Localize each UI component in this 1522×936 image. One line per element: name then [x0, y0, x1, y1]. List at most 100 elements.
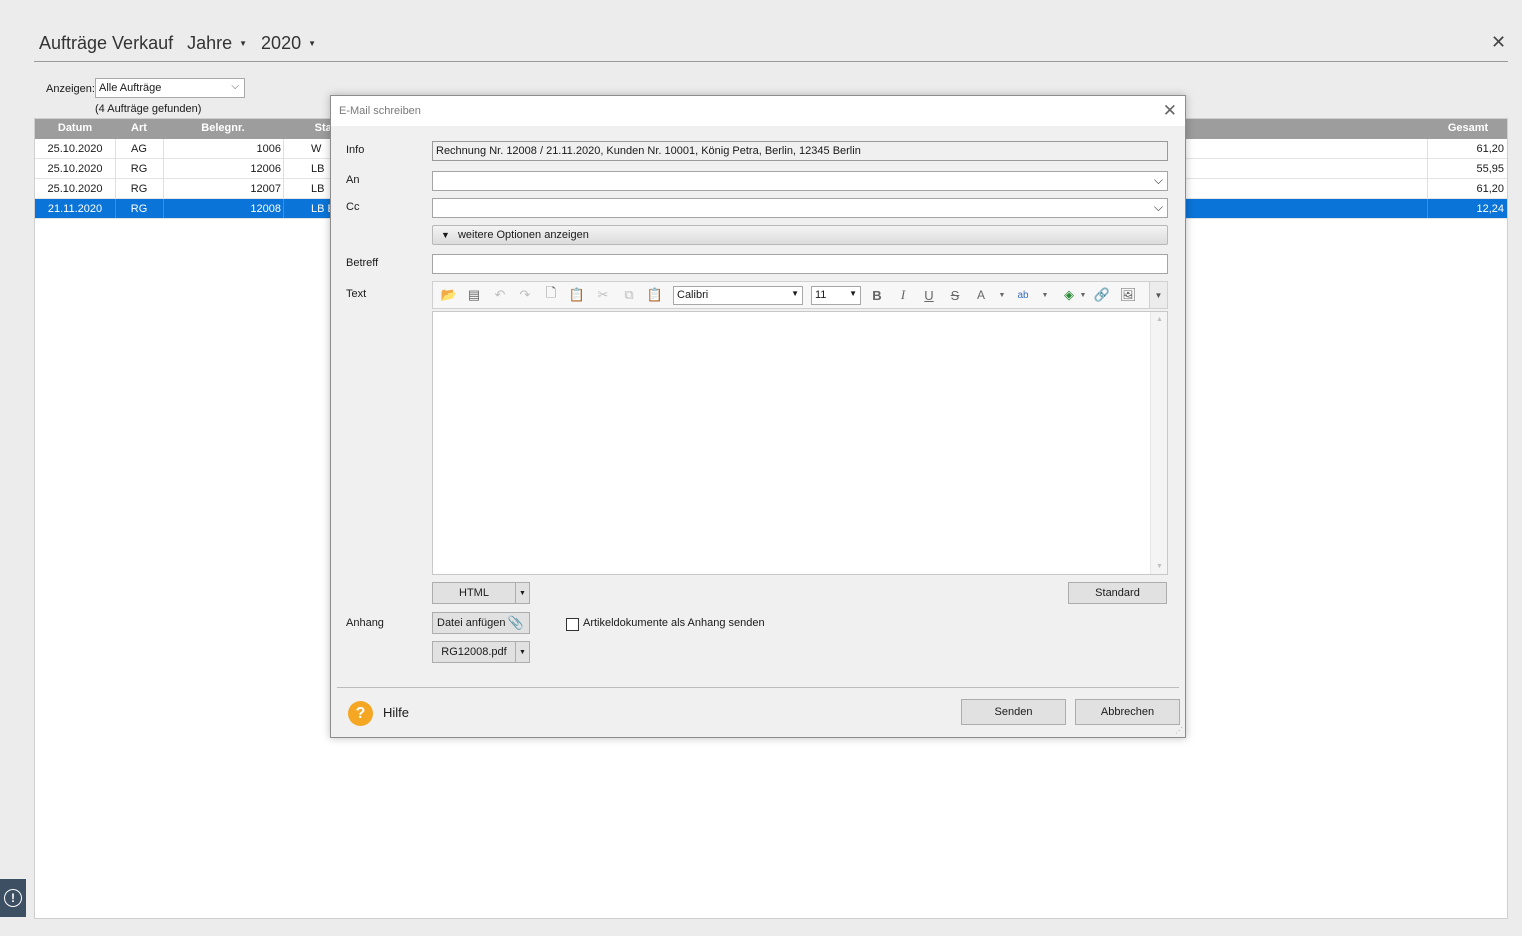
help-icon[interactable]: ?	[348, 701, 373, 726]
attachment-file-button[interactable]: RG12008.pdf ▼	[432, 641, 530, 663]
chevron-down-icon[interactable]: ▼	[1035, 286, 1055, 304]
result-count: (4 Aufträge gefunden)	[95, 103, 202, 115]
chevron-down-icon[interactable]: ⌵	[1154, 173, 1163, 188]
info-label: Info	[346, 144, 365, 156]
bold-icon[interactable]: B	[867, 286, 887, 304]
cc-field[interactable]: ⌵	[432, 198, 1168, 218]
print-preview-icon[interactable]: 🗋	[541, 285, 561, 304]
chevron-down-icon[interactable]: ▼	[1073, 286, 1093, 304]
column-separator	[283, 179, 284, 198]
more-options-label: weitere Optionen anzeigen	[457, 229, 589, 241]
font-family-value: Calibri	[677, 289, 709, 301]
cut-icon[interactable]: ✂	[593, 286, 613, 304]
text-label: Text	[346, 288, 367, 300]
filter-select[interactable]: Alle Aufträge ⌵	[95, 78, 245, 98]
format-split-button[interactable]: HTML ▼	[432, 582, 530, 604]
column-header-belegnr[interactable]: Belegnr.	[163, 122, 283, 134]
cell-belegnr: 12006	[250, 163, 281, 175]
article-docs-checkbox[interactable]	[566, 618, 579, 631]
cell-gesamt: 61,20	[1476, 183, 1504, 195]
cell-datum: 25.10.2020	[47, 143, 103, 155]
send-button[interactable]: Senden	[961, 699, 1066, 725]
save-as-icon[interactable]: ▤	[464, 286, 484, 304]
period-dropdown[interactable]: Jahre ▼	[187, 33, 247, 54]
column-separator	[283, 139, 284, 158]
filter-label: Anzeigen:	[46, 83, 95, 95]
scroll-up-icon[interactable]: ▲	[1156, 316, 1163, 323]
chevron-down-icon: ▼	[791, 289, 799, 298]
chevron-down-icon: ⌵	[231, 81, 239, 92]
font-size-select[interactable]: 11 ▼	[811, 286, 861, 305]
year-dropdown[interactable]: 2020 ▼	[261, 33, 316, 54]
cell-gesamt: 12,24	[1476, 203, 1504, 215]
dialog-titlebar: E-Mail schreiben ✕	[331, 96, 1185, 126]
dialog-title: E-Mail schreiben	[339, 105, 421, 117]
close-icon[interactable]: ✕	[1491, 33, 1506, 51]
cell-belegnr: 12008	[250, 203, 281, 215]
anhang-label: Anhang	[346, 617, 384, 629]
cell-datum: 25.10.2020	[47, 183, 103, 195]
redo-icon[interactable]: ↷	[515, 286, 535, 304]
scroll-down-icon[interactable]: ▼	[1156, 563, 1163, 570]
chevron-down-icon[interactable]: ▼	[992, 286, 1012, 304]
strikethrough-icon[interactable]: S	[945, 286, 965, 304]
betreff-field[interactable]	[432, 254, 1168, 274]
cell-art: RG	[130, 203, 148, 215]
email-dialog: E-Mail schreiben ✕ Info Rechnung Nr. 120…	[330, 95, 1186, 738]
message-editor[interactable]: ▲ ▼	[432, 311, 1168, 575]
column-separator	[283, 159, 284, 178]
info-field: Rechnung Nr. 12008 / 21.11.2020, Kunden …	[432, 141, 1168, 161]
attachment-file-label: RG12008.pdf	[441, 646, 507, 658]
cell-belegnr: 1006	[256, 143, 281, 155]
font-size-value: 11	[815, 289, 827, 301]
standard-button[interactable]: Standard	[1068, 582, 1167, 604]
send-button-label: Senden	[994, 706, 1033, 718]
an-label: An	[346, 174, 360, 186]
open-folder-icon[interactable]: 📂	[439, 286, 459, 304]
cell-belegnr: 12007	[250, 183, 281, 195]
undo-icon[interactable]: ↶	[490, 286, 510, 304]
editor-scrollbar[interactable]: ▲ ▼	[1150, 312, 1167, 574]
betreff-label: Betreff	[346, 257, 379, 269]
column-header-datum[interactable]: Datum	[35, 122, 115, 134]
notification-icon[interactable]: !	[0, 879, 26, 917]
toolbar-overflow-icon[interactable]: ▼	[1149, 282, 1167, 308]
cancel-button-label: Abbrechen	[1100, 706, 1155, 718]
cell-art: AG	[131, 143, 147, 155]
triangle-down-icon: ▼	[441, 230, 450, 240]
cell-art: RG	[130, 163, 148, 175]
font-color-icon[interactable]: A	[971, 286, 991, 304]
footer-divider	[337, 687, 1179, 688]
article-docs-label: Artikeldokumente als Anhang senden	[583, 617, 765, 629]
chevron-down-icon: ▼	[308, 39, 317, 48]
cell-datum: 21.11.2020	[47, 203, 103, 215]
cancel-button[interactable]: Abbrechen	[1075, 699, 1180, 725]
image-icon[interactable]: 🖼	[1118, 286, 1138, 304]
cell-art: RG	[130, 183, 148, 195]
help-link[interactable]: Hilfe	[383, 705, 409, 720]
an-field[interactable]: ⌵	[432, 171, 1168, 191]
more-options-toggle[interactable]: ▼ weitere Optionen anzeigen	[432, 225, 1168, 245]
resize-grip-icon[interactable]: ⋰	[1175, 726, 1183, 735]
cell-gesamt: 55,95	[1476, 163, 1504, 175]
column-header-art[interactable]: Art	[115, 122, 163, 134]
attach-file-button[interactable]: Datei anfügen 📎	[432, 612, 530, 634]
paste-icon[interactable]: 📋	[645, 286, 665, 304]
chevron-down-icon[interactable]: ▼	[515, 583, 529, 603]
column-separator	[283, 199, 284, 218]
copy-icon[interactable]: ⧉	[619, 286, 639, 304]
highlight-icon[interactable]: ab	[1013, 286, 1033, 304]
close-icon[interactable]: ✕	[1163, 101, 1177, 121]
paste-special-icon[interactable]: 📋	[567, 286, 587, 304]
period-label: Jahre	[187, 33, 233, 53]
underline-icon[interactable]: U	[919, 286, 939, 304]
chevron-down-icon[interactable]: ⌵	[1154, 200, 1163, 215]
year-value: 2020	[261, 33, 302, 53]
page-title: Aufträge Verkauf Jahre ▼ 2020 ▼	[39, 33, 316, 54]
link-icon[interactable]: 🔗	[1092, 286, 1112, 304]
font-family-select[interactable]: Calibri ▼	[673, 286, 803, 305]
column-header-gesamt[interactable]: Gesamt	[1428, 122, 1508, 134]
italic-icon[interactable]: I	[893, 286, 913, 304]
chevron-down-icon[interactable]: ▼	[515, 642, 529, 662]
attach-file-label: Datei anfügen	[437, 617, 506, 629]
